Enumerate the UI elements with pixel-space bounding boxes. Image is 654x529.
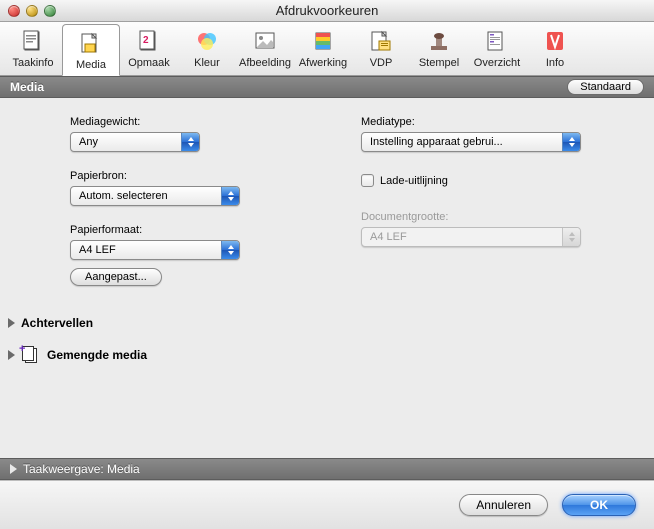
tab-label: Kleur [194, 57, 220, 69]
disclosure-triangle-icon [8, 318, 15, 328]
disclosure-triangle-icon [10, 464, 17, 474]
paper-source-select[interactable]: Autom. selecteren [70, 186, 240, 206]
kleur-icon [193, 27, 221, 55]
afbeelding-icon [251, 27, 279, 55]
tab-afwerking[interactable]: Afwerking [294, 23, 352, 75]
paper-format-label: Papierformaat: [70, 224, 341, 236]
tab-label: VDP [370, 57, 393, 69]
opmaak-icon: 2 [135, 27, 163, 55]
media-type-label: Mediatype: [361, 116, 632, 128]
tab-label: Afwerking [299, 57, 347, 69]
ok-button[interactable]: OK [562, 494, 636, 516]
section-title: Media [10, 80, 44, 94]
preview-bar[interactable]: Taakweergave: Media [0, 458, 654, 480]
tab-label: Afbeelding [239, 57, 291, 69]
chevron-up-down-icon [221, 241, 239, 259]
disclosure-triangle-icon [8, 350, 15, 360]
custom-format-button[interactable]: Aangepast... [70, 268, 162, 286]
dialog-footer: Annuleren OK [0, 480, 654, 529]
document-size-label: Documentgrootte: [361, 211, 632, 223]
tab-label: Info [546, 57, 564, 69]
disclosure-back-covers[interactable]: Achtervellen [8, 316, 646, 330]
section-header: Media Standaard [0, 76, 654, 98]
media-type-value: Instelling apparaat gebrui... [370, 136, 503, 148]
checkbox-box [361, 174, 374, 187]
chevron-up-down-icon [181, 133, 199, 151]
tab-opmaak[interactable]: 2 Opmaak [120, 23, 178, 75]
paper-format-select[interactable]: A4 LEF [70, 240, 240, 260]
tab-taakinfo[interactable]: Taakinfo [4, 23, 62, 75]
media-weight-label: Mediagewicht: [70, 116, 341, 128]
disclosure-label: Achtervellen [21, 316, 93, 330]
taakinfo-icon [19, 27, 47, 55]
paper-source-value: Autom. selecteren [79, 190, 168, 202]
tab-kleur[interactable]: Kleur [178, 23, 236, 75]
tab-afbeelding[interactable]: Afbeelding [236, 23, 294, 75]
media-weight-select[interactable]: Any [70, 132, 200, 152]
titlebar: Afdrukvoorkeuren [0, 0, 654, 22]
cancel-button[interactable]: Annuleren [459, 494, 548, 516]
paper-source-label: Papierbron: [70, 170, 341, 182]
toolbar: Taakinfo Media 2 Opmaak Kleur Afbeelding… [0, 22, 654, 76]
mixed-media-icon: + [21, 346, 41, 364]
info-icon [541, 27, 569, 55]
tray-alignment-label: Lade-uitlijning [380, 175, 448, 187]
chevron-up-down-icon [562, 133, 580, 151]
tab-label: Media [76, 59, 106, 71]
media-weight-value: Any [79, 136, 98, 148]
chevron-up-down-icon [562, 228, 580, 246]
tab-media[interactable]: Media [62, 24, 120, 76]
media-type-select[interactable]: Instelling apparaat gebrui... [361, 132, 581, 152]
media-panel: Mediagewicht: Any Papierbron: Autom. sel… [0, 98, 654, 456]
document-size-value: A4 LEF [370, 231, 407, 243]
tab-label: Stempel [419, 57, 459, 69]
paper-format-value: A4 LEF [79, 244, 116, 256]
tray-alignment-checkbox[interactable]: Lade-uitlijning [361, 174, 632, 187]
tab-label: Overzicht [474, 57, 520, 69]
tab-label: Opmaak [128, 57, 170, 69]
tab-info[interactable]: Info [526, 23, 584, 75]
overzicht-icon [483, 27, 511, 55]
chevron-up-down-icon [221, 187, 239, 205]
svg-text:2: 2 [143, 35, 149, 46]
document-size-select: A4 LEF [361, 227, 581, 247]
preview-bar-label: Taakweergave: Media [23, 462, 140, 476]
window-title: Afdrukvoorkeuren [0, 3, 654, 18]
afwerking-icon [309, 27, 337, 55]
tab-vdp[interactable]: VDP [352, 23, 410, 75]
tab-overzicht[interactable]: Overzicht [468, 23, 526, 75]
disclosure-mixed-media[interactable]: + Gemengde media [8, 346, 646, 364]
defaults-button[interactable]: Standaard [567, 79, 644, 95]
vdp-icon [367, 27, 395, 55]
tab-stempel[interactable]: Stempel [410, 23, 468, 75]
tab-label: Taakinfo [13, 57, 54, 69]
disclosure-label: Gemengde media [47, 348, 147, 362]
stempel-icon [425, 27, 453, 55]
media-icon [77, 29, 105, 57]
